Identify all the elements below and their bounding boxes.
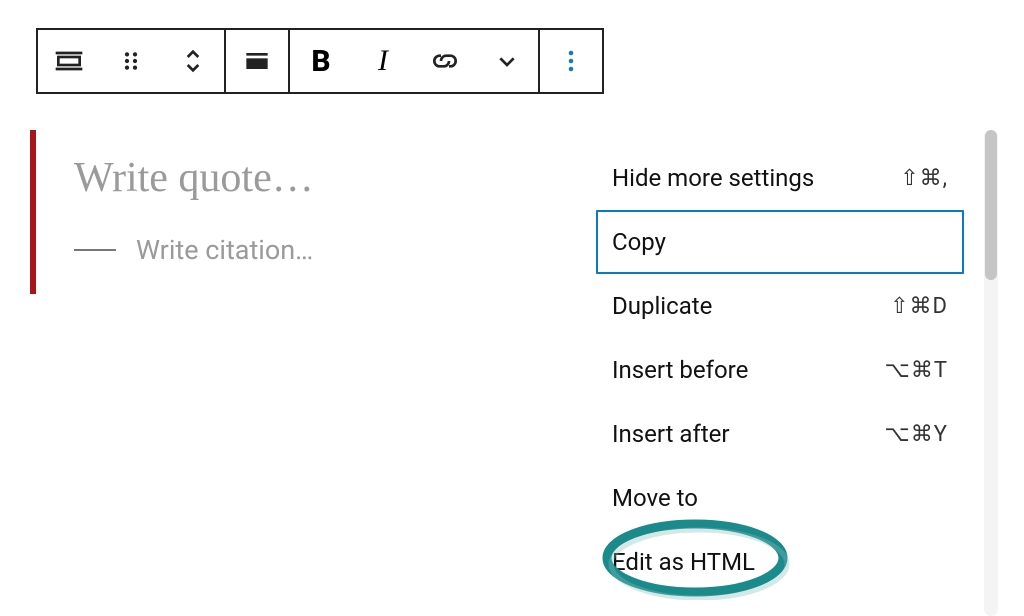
align-icon [241, 45, 273, 77]
chevron-down-icon [491, 45, 523, 77]
scroll-thumb[interactable] [985, 130, 997, 280]
quote-block[interactable]: Write quote… Write citation… [30, 130, 570, 294]
link-button[interactable] [414, 30, 476, 92]
menu-item-copy[interactable]: Copy [596, 210, 964, 274]
more-formatting-button[interactable] [476, 30, 538, 92]
italic-icon: I [378, 44, 388, 78]
menu-item-shortcut: ⇧⌘, [900, 166, 948, 191]
menu-item-edit-as-html[interactable]: Edit as HTML [580, 530, 980, 594]
drag-handle[interactable] [100, 30, 162, 92]
menu-item-shortcut: ⌥⌘T [885, 358, 948, 383]
menu-item-insert-after[interactable]: Insert after ⌥⌘Y [580, 402, 980, 466]
menu-item-label: Copy [612, 228, 666, 256]
menu-item-shortcut: ⇧⌘D [890, 294, 948, 319]
menu-item-duplicate[interactable]: Duplicate ⇧⌘D [580, 274, 980, 338]
block-options-menu: Hide more settings ⇧⌘, Copy Duplicate ⇧⌘… [580, 130, 998, 616]
move-up-down[interactable] [162, 30, 224, 92]
block-type-button[interactable] [38, 30, 100, 92]
menu-item-move-to[interactable]: Move to [580, 466, 980, 530]
menu-item-insert-before[interactable]: Insert before ⌥⌘T [580, 338, 980, 402]
menu-item-hide-settings[interactable]: Hide more settings ⇧⌘, [580, 146, 980, 210]
drag-icon [115, 45, 147, 77]
quote-text-placeholder[interactable]: Write quote… [74, 154, 570, 202]
more-options-button[interactable] [540, 30, 602, 92]
bold-button[interactable]: B [290, 30, 352, 92]
align-button[interactable] [226, 30, 288, 92]
citation-placeholder[interactable]: Write citation… [136, 234, 313, 266]
more-vertical-icon [555, 45, 587, 77]
bold-icon: B [311, 44, 330, 79]
menu-item-label: Edit as HTML [612, 548, 755, 576]
block-toolbar: B I [36, 28, 604, 94]
block-outline-icon [53, 45, 85, 77]
menu-item-shortcut: ⌥⌘Y [884, 422, 948, 447]
italic-button[interactable]: I [352, 30, 414, 92]
chevron-up-down-icon [177, 45, 209, 77]
menu-item-label: Insert before [612, 356, 748, 384]
menu-item-label: Duplicate [612, 292, 712, 320]
citation-row: Write citation… [74, 234, 570, 266]
menu-item-label: Move to [612, 484, 698, 512]
menu-scrollbar[interactable] [984, 130, 998, 616]
link-icon [429, 45, 461, 77]
citation-dash-icon [74, 249, 116, 251]
menu-item-label: Hide more settings [612, 164, 814, 192]
menu-item-label: Insert after [612, 420, 730, 448]
